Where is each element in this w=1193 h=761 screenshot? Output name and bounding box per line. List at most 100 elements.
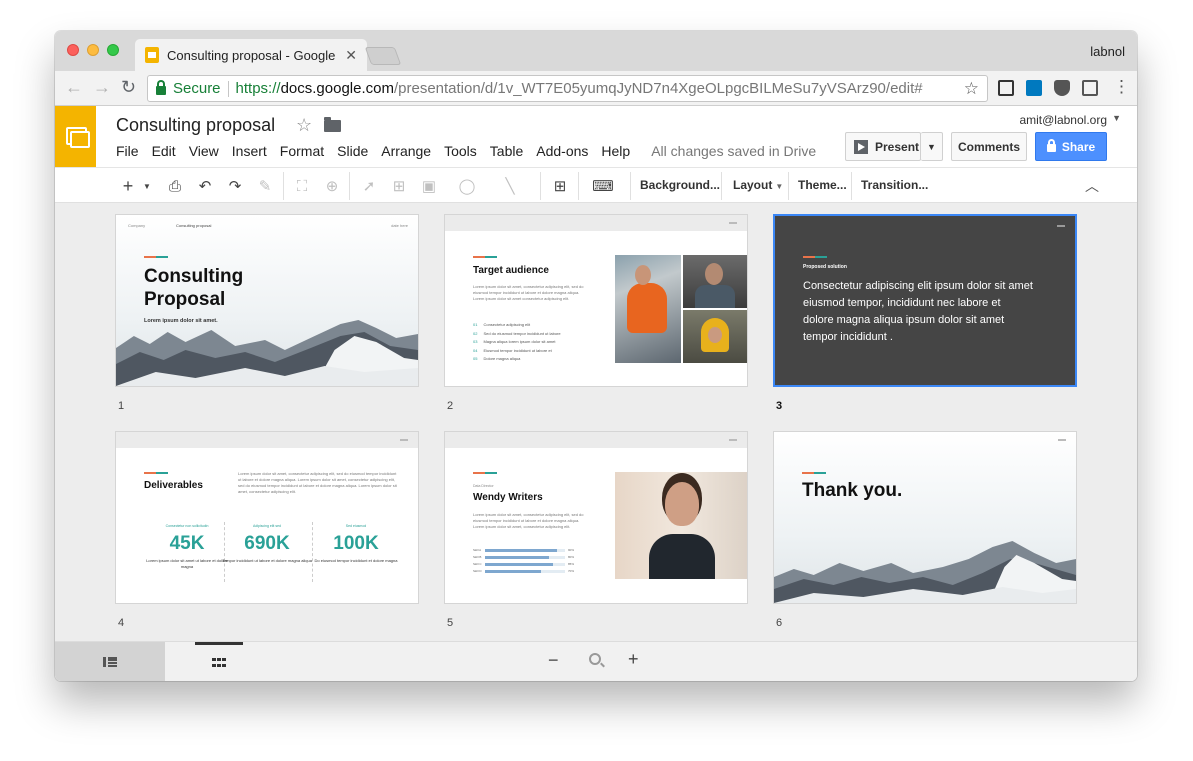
close-tab-icon[interactable]: ✕ bbox=[345, 47, 357, 64]
menu-help[interactable]: Help bbox=[601, 143, 630, 159]
paint-format-icon[interactable]: ✎ bbox=[254, 175, 276, 197]
editing-toolbar: + ▼ ⎙ ↶ ↷ ✎ ⛶ ⊕ ➚ ⊞ ▣ ◯ ╲ ⊞ ⌨ Background… bbox=[55, 167, 1137, 203]
grid-view-button[interactable] bbox=[195, 642, 243, 681]
menu-table[interactable]: Table bbox=[490, 143, 523, 159]
bookmark-star-icon[interactable]: ☆ bbox=[964, 79, 979, 99]
skill-track bbox=[485, 556, 565, 559]
minimize-window-button[interactable] bbox=[87, 44, 99, 56]
list-item-number: 01 bbox=[473, 322, 478, 327]
extension-lock-icon[interactable] bbox=[998, 80, 1014, 96]
undo-icon[interactable]: ↶ bbox=[194, 175, 216, 197]
photo-yellow-hood bbox=[683, 310, 747, 363]
skill-fill bbox=[485, 556, 549, 559]
line-icon[interactable]: ╲ bbox=[496, 175, 524, 197]
collapse-chevron-up-icon[interactable]: ︿ bbox=[1085, 176, 1099, 196]
add-comment-icon[interactable]: ⊞ bbox=[549, 175, 571, 197]
menu-slide[interactable]: Slide bbox=[337, 143, 368, 159]
input-tools-keyboard-icon[interactable]: ⌨ bbox=[585, 175, 621, 197]
present-options-button[interactable]: ▼ bbox=[921, 132, 943, 161]
skill-track bbox=[485, 563, 565, 566]
tab-title: Consulting proposal - Google S bbox=[167, 47, 338, 63]
document-title[interactable]: Consulting proposal bbox=[116, 115, 275, 136]
layout-button[interactable]: Layout ▼ bbox=[733, 178, 783, 192]
slide-header-band bbox=[445, 215, 747, 231]
url-separator bbox=[227, 80, 229, 97]
move-to-folder-icon[interactable] bbox=[324, 117, 341, 132]
account-chevron-down-icon[interactable]: ▼ bbox=[1112, 113, 1121, 123]
present-label: Present bbox=[875, 139, 920, 154]
list-item: 04 Eiusmod tempor incididunt ut labore et bbox=[473, 347, 561, 356]
menu-view[interactable]: View bbox=[189, 143, 219, 159]
list-item-number: 02 bbox=[473, 330, 478, 336]
new-tab-button[interactable] bbox=[364, 47, 402, 65]
stat-description: Lorem ipsum dolor sit amet ut labore et … bbox=[146, 558, 228, 569]
forward-arrow-icon[interactable]: → bbox=[93, 77, 111, 98]
select-cursor-icon[interactable]: ➚ bbox=[358, 175, 380, 197]
photo-man bbox=[683, 255, 747, 308]
docs-header: Consulting proposal ☆ File Edit View Ins… bbox=[55, 106, 1137, 167]
shape-icon[interactable]: ◯ bbox=[453, 175, 481, 197]
lock-icon bbox=[1046, 139, 1056, 152]
band-mark bbox=[729, 222, 737, 224]
magnifier-icon[interactable] bbox=[589, 653, 601, 665]
skill-bar: Skill C 85% bbox=[473, 562, 574, 567]
transition-button[interactable]: Transition... bbox=[861, 178, 928, 192]
browser-tab[interactable]: Consulting proposal - Google S ✕ bbox=[135, 39, 367, 71]
menu-format[interactable]: Format bbox=[280, 143, 324, 159]
back-arrow-icon[interactable]: ← bbox=[65, 77, 83, 98]
text-box-icon[interactable]: ⊞ bbox=[388, 175, 410, 197]
zoom-out-icon[interactable]: − bbox=[548, 650, 559, 671]
url-input[interactable]: Secure https:// docs.google.com /present… bbox=[147, 75, 988, 102]
menu-arrange[interactable]: Arrange bbox=[381, 143, 431, 159]
skill-bar: Skill B 80% bbox=[473, 555, 574, 560]
toolbar-divider bbox=[349, 172, 350, 200]
new-slide-chevron-down-icon[interactable]: ▼ bbox=[141, 175, 153, 197]
extension-pocket-icon[interactable] bbox=[1054, 80, 1070, 96]
lock-icon bbox=[156, 79, 166, 95]
toolbar-divider bbox=[283, 172, 284, 200]
print-icon[interactable]: ⎙ bbox=[164, 175, 186, 197]
present-button[interactable]: Present bbox=[845, 132, 921, 161]
menu-addons[interactable]: Add-ons bbox=[536, 143, 588, 159]
slide-thumbnail-5[interactable]: Data Director Wendy Writers Lorem ipsum … bbox=[444, 431, 748, 604]
menu-bar: File Edit View Insert Format Slide Arran… bbox=[116, 143, 816, 159]
slide-number: 6 bbox=[776, 617, 783, 629]
filmstrip-view-button[interactable] bbox=[55, 642, 165, 681]
save-status[interactable]: All changes saved in Drive bbox=[651, 143, 816, 159]
slide-thumbnail-2[interactable]: Target audience Lorem ipsum dolor sit am… bbox=[444, 214, 748, 387]
extension-trello-icon[interactable] bbox=[1026, 80, 1042, 96]
menu-tools[interactable]: Tools bbox=[444, 143, 477, 159]
fit-icon[interactable]: ⛶ bbox=[291, 175, 313, 197]
image-icon[interactable]: ▣ bbox=[418, 175, 440, 197]
comments-button[interactable]: Comments bbox=[951, 132, 1027, 161]
browser-menu-icon[interactable]: ⋮ bbox=[1113, 77, 1130, 97]
filmstrip-icon bbox=[103, 657, 117, 667]
extension-bulb-icon[interactable] bbox=[1082, 80, 1098, 96]
view-bar: − + bbox=[55, 641, 1137, 681]
band-mark bbox=[400, 439, 408, 441]
menu-edit[interactable]: Edit bbox=[152, 143, 176, 159]
slide-thumbnail-4[interactable]: Deliverables Lorem ipsum dolor sit amet,… bbox=[115, 431, 419, 604]
zoom-window-button[interactable] bbox=[107, 44, 119, 56]
slide-thumbnail-3[interactable]: Proposed solution Consectetur adipiscing… bbox=[773, 214, 1077, 387]
star-document-icon[interactable]: ☆ bbox=[296, 115, 312, 136]
zoom-in-icon[interactable]: + bbox=[628, 649, 639, 670]
reload-icon[interactable]: ↻ bbox=[121, 77, 136, 98]
account-email[interactable]: amit@labnol.org bbox=[1019, 113, 1107, 127]
list-item-text: Sed do eiusmod tempor incididunt ut labo… bbox=[483, 330, 561, 336]
background-button[interactable]: Background... bbox=[640, 178, 720, 192]
share-button[interactable]: Share bbox=[1035, 132, 1107, 161]
slide-thumbnail-1[interactable]: Company Consulting proposal date here Co… bbox=[115, 214, 419, 387]
theme-button[interactable]: Theme... bbox=[798, 178, 847, 192]
band-mark bbox=[729, 439, 737, 441]
menu-insert[interactable]: Insert bbox=[232, 143, 267, 159]
close-window-button[interactable] bbox=[67, 44, 79, 56]
profile-name[interactable]: labnol bbox=[1090, 44, 1125, 59]
new-slide-plus-icon[interactable]: + bbox=[117, 175, 139, 197]
slide-thumbnail-6[interactable]: Thank you. bbox=[773, 431, 1077, 604]
slides-logo-icon[interactable] bbox=[55, 106, 96, 167]
zoom-tool-icon[interactable]: ⊕ bbox=[321, 175, 343, 197]
redo-icon[interactable]: ↷ bbox=[224, 175, 246, 197]
menu-file[interactable]: File bbox=[116, 143, 139, 159]
list-item-text: Magna aliqua lorem ipsum dolor sit amet bbox=[483, 339, 556, 345]
